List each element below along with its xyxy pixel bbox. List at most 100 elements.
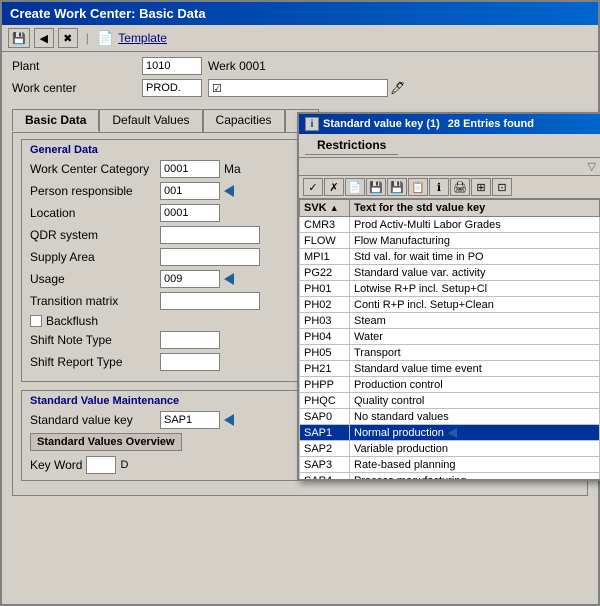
text-cell: Standard value var. activity: [350, 265, 600, 281]
table-row[interactable]: PH21Standard value time event: [300, 361, 600, 377]
text-cell: Prod Activ-Multi Labor Grades: [350, 217, 600, 233]
svk-cell: PHQC: [300, 393, 350, 409]
dd-page-btn[interactable]: 📄: [345, 178, 365, 196]
text-cell: No standard values: [350, 409, 600, 425]
table-row[interactable]: PG22Standard value var. activity: [300, 265, 600, 281]
title-bar: Create Work Center: Basic Data: [2, 2, 598, 25]
tab-basic-data[interactable]: Basic Data: [12, 109, 99, 132]
svk-arrow: [224, 414, 234, 426]
dd-print-btn[interactable]: 🖨: [450, 178, 470, 196]
wcc-desc: Ma: [224, 162, 241, 176]
info-icon: i: [305, 117, 319, 131]
kw-label: Key Word: [30, 458, 82, 472]
table-row[interactable]: PHPPProduction control: [300, 377, 600, 393]
col-svk[interactable]: SVK ▲: [300, 200, 350, 217]
wcc-label: Work Center Category: [30, 162, 160, 176]
table-row[interactable]: SAP4Process manufacturing: [300, 473, 600, 480]
usage-label: Usage: [30, 272, 160, 286]
dd-save2-btn[interactable]: 💾: [387, 178, 407, 196]
qdr-input[interactable]: [160, 226, 260, 244]
loc-input[interactable]: [160, 204, 220, 222]
svk-cell: PH21: [300, 361, 350, 377]
table-row[interactable]: MPI1Std val. for wait time in PO: [300, 249, 600, 265]
dd-copy-btn[interactable]: 📋: [408, 178, 428, 196]
svk-cell: PH05: [300, 345, 350, 361]
dd-info-btn[interactable]: ℹ: [429, 178, 449, 196]
text-cell: Flow Manufacturing: [350, 233, 600, 249]
dd-select-btn[interactable]: ⊡: [492, 178, 512, 196]
table-row[interactable]: PHQCQuality control: [300, 393, 600, 409]
wcc-input[interactable]: [160, 160, 220, 178]
tab-capacities[interactable]: Capacities: [203, 109, 285, 132]
sn-input[interactable]: [160, 331, 220, 349]
text-cell: Process manufacturing: [350, 473, 600, 480]
svk-input[interactable]: [160, 411, 220, 429]
table-row[interactable]: PH03Steam: [300, 313, 600, 329]
tab-default-values[interactable]: Default Values: [99, 109, 202, 132]
svk-cell: PHPP: [300, 377, 350, 393]
svk-cell: PG22: [300, 265, 350, 281]
workcenter-row: Work center 🖊: [12, 79, 588, 97]
back-button[interactable]: ◀: [34, 28, 54, 48]
dd-check-btn[interactable]: ✓: [303, 178, 323, 196]
svk-cell: PH03: [300, 313, 350, 329]
supply-label: Supply Area: [30, 250, 160, 264]
dropdown-overlay: i Standard value key (1) 28 Entries foun…: [297, 112, 600, 481]
restrictions-tab-area: Restrictions: [299, 134, 600, 158]
table-row[interactable]: SAP0No standard values: [300, 409, 600, 425]
template-label: Template: [118, 31, 167, 45]
svk-cell: SAP2: [300, 441, 350, 457]
table-row[interactable]: SAP3Rate-based planning: [300, 457, 600, 473]
sort-arrow: ▲: [330, 203, 339, 213]
svk-cell: FLOW: [300, 233, 350, 249]
col-text[interactable]: Text for the std value key: [350, 200, 600, 217]
table-row[interactable]: CMR3Prod Activ-Multi Labor Grades: [300, 217, 600, 233]
trans-input[interactable]: [160, 292, 260, 310]
save-button[interactable]: 💾: [8, 28, 30, 48]
svo-bar: Standard Values Overview: [30, 433, 182, 451]
table-row[interactable]: PH04Water: [300, 329, 600, 345]
supply-input[interactable]: [160, 248, 260, 266]
pr-arrow: [224, 185, 234, 197]
sn-label: Shift Note Type: [30, 333, 160, 347]
table-row[interactable]: PH05Transport: [300, 345, 600, 361]
table-row[interactable]: PH01Lotwise R+P incl. Setup+Cl: [300, 281, 600, 297]
exit-button[interactable]: ✖: [58, 28, 78, 48]
table-row[interactable]: FLOWFlow Manufacturing: [300, 233, 600, 249]
dropdown-title-bar: i Standard value key (1) 28 Entries foun…: [299, 114, 600, 134]
svk-cell: SAP3: [300, 457, 350, 473]
plant-desc: Werk 0001: [208, 59, 266, 73]
pr-input[interactable]: [160, 182, 220, 200]
text-cell: Normal production: [350, 425, 600, 441]
dd-x-btn[interactable]: ✗: [324, 178, 344, 196]
plant-input[interactable]: [142, 57, 202, 75]
workcenter-desc-input[interactable]: [208, 79, 388, 97]
svk-label: Standard value key: [30, 413, 160, 427]
svk-cell: PH04: [300, 329, 350, 345]
row-arrow: [448, 428, 457, 438]
table-row[interactable]: SAP2Variable production: [300, 441, 600, 457]
text-cell: Std val. for wait time in PO: [350, 249, 600, 265]
svk-cell: SAP1: [300, 425, 350, 441]
dd-grid-btn[interactable]: ⊞: [471, 178, 491, 196]
usage-input[interactable]: [160, 270, 220, 288]
sr-input[interactable]: [160, 353, 220, 371]
sr-label: Shift Report Type: [30, 355, 160, 369]
dd-save-btn[interactable]: 💾: [366, 178, 386, 196]
backflush-checkbox[interactable]: [30, 315, 42, 327]
svk-cell: CMR3: [300, 217, 350, 233]
qdr-label: QDR system: [30, 228, 160, 242]
header-form: Plant Werk 0001 Work center 🖊: [2, 52, 598, 97]
edit-icon[interactable]: 🖊: [390, 81, 405, 95]
text-cell: Conti R+P incl. Setup+Clean: [350, 297, 600, 313]
kw-input[interactable]: [86, 456, 116, 474]
table-row[interactable]: PH02Conti R+P incl. Setup+Clean: [300, 297, 600, 313]
workcenter-input[interactable]: [142, 79, 202, 97]
kw-col: D: [120, 459, 128, 471]
plant-row: Plant Werk 0001: [12, 57, 588, 75]
loc-label: Location: [30, 206, 160, 220]
restrictions-tab[interactable]: Restrictions: [305, 136, 398, 155]
filter-bar: ▽: [299, 158, 600, 176]
workcenter-label: Work center: [12, 81, 142, 95]
table-row[interactable]: SAP1Normal production: [300, 425, 600, 441]
